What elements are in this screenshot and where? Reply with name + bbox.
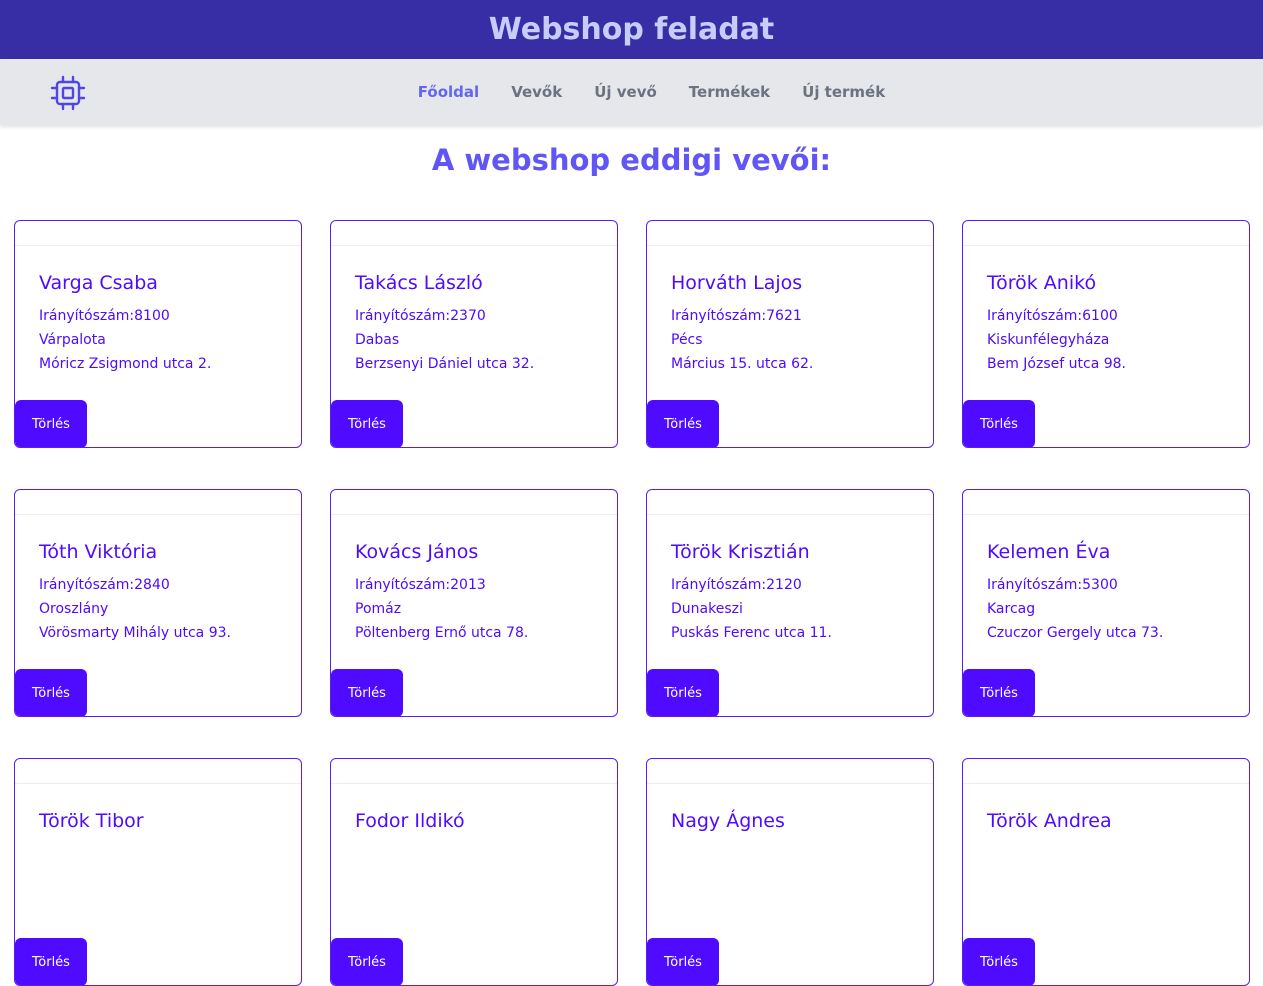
delete-button[interactable]: Törlés bbox=[963, 400, 1035, 447]
delete-button[interactable]: Törlés bbox=[647, 400, 719, 447]
delete-button[interactable]: Törlés bbox=[15, 400, 87, 447]
customer-address: Czuczor Gergely utca 73. bbox=[987, 625, 1164, 641]
card-body: Kovács János Irányítószám:2013 Pomáz Pölten… bbox=[331, 515, 617, 645]
navbar: Főoldal Vevők Új vevő Termékek Új termék bbox=[0, 59, 1263, 125]
customer-zip: Irányítószám:5300 bbox=[987, 577, 1118, 593]
delete-button[interactable]: Törlés bbox=[963, 938, 1035, 985]
customer-city: Karcag bbox=[987, 601, 1036, 617]
page-title: A webshop eddigi vevői: bbox=[431, 143, 832, 177]
customer-address: Móricz Zsigmond utca 2. bbox=[39, 356, 212, 372]
customer-city: Várpalota bbox=[39, 332, 106, 348]
card-header bbox=[963, 221, 1249, 246]
customer-zip: Irányítószám:7621 bbox=[671, 308, 802, 324]
card-body: Nagy Ágnes bbox=[647, 784, 933, 832]
card-header bbox=[331, 490, 617, 515]
customer-card: Takács László Irányítószám:2370 Dabas Berzs… bbox=[330, 220, 618, 448]
customer-city: Pomáz bbox=[355, 601, 402, 617]
card-body: Takács László Irányítószám:2370 Dabas Berzs… bbox=[331, 246, 617, 376]
customer-address: Puskás Ferenc utca 11. bbox=[671, 625, 832, 641]
customer-zip: Irányítószám:2120 bbox=[671, 577, 802, 593]
customer-address: Berzsenyi Dániel utca 32. bbox=[355, 356, 535, 372]
customer-zip: Irányítószám:2840 bbox=[39, 577, 170, 593]
customer-card: Varga Csaba Irányítószám:8100 Várpalota Mór… bbox=[14, 220, 302, 448]
card-body: Török Tibor bbox=[15, 784, 301, 832]
card-header bbox=[647, 221, 933, 246]
customer-name: Kelemen Éva bbox=[987, 541, 1111, 563]
customer-zip: Irányítószám:8100 bbox=[39, 308, 170, 324]
nav-link-0[interactable]: Főoldal bbox=[418, 83, 479, 101]
customer-name: Varga Csaba bbox=[39, 272, 158, 294]
customer-address: Március 15. utca 62. bbox=[671, 356, 814, 372]
customer-card: Kovács János Irányítószám:2013 Pomáz Pölten… bbox=[330, 489, 618, 717]
card-header bbox=[331, 759, 617, 784]
card-header bbox=[15, 221, 301, 246]
delete-button[interactable]: Törlés bbox=[15, 938, 87, 985]
nav-link-2[interactable]: Új vevő bbox=[594, 83, 657, 101]
delete-button[interactable]: Törlés bbox=[647, 669, 719, 716]
app-header: Webshop feladat bbox=[0, 0, 1263, 59]
customer-card: Nagy Ágnes Törlés bbox=[646, 758, 934, 986]
delete-button[interactable]: Törlés bbox=[15, 669, 87, 716]
customer-grid: Varga Csaba Irányítószám:8100 Várpalota Mór… bbox=[14, 220, 1250, 986]
delete-button[interactable]: Törlés bbox=[647, 938, 719, 985]
customer-city: Pécs bbox=[671, 332, 703, 348]
customer-card: Tóth Viktória Irányítószám:2840 Oroszlány V… bbox=[14, 489, 302, 717]
customer-name: Nagy Ágnes bbox=[671, 810, 785, 832]
nav-link-4[interactable]: Új termék bbox=[802, 83, 885, 101]
card-body: Kelemen Éva Irányítószám:5300 Karcag Czuczo… bbox=[963, 515, 1249, 645]
customer-name: Török Andrea bbox=[987, 810, 1112, 832]
customer-name: Török Tibor bbox=[39, 810, 144, 832]
card-body: Fodor Ildikó bbox=[331, 784, 617, 832]
customer-card: Török Anikó Irányítószám:6100 Kiskunfélegy… bbox=[962, 220, 1250, 448]
customer-name: Török Anikó bbox=[987, 272, 1097, 294]
nav-link-3[interactable]: Termékek bbox=[689, 83, 770, 101]
customer-address: Pöltenberg Ernő utca 78. bbox=[355, 625, 529, 641]
customer-card: Horváth Lajos Irányítószám:7621 Pécs Márciu… bbox=[646, 220, 934, 448]
customer-city: Kiskunfélegyháza bbox=[987, 332, 1110, 348]
card-body: Török Anikó Irányítószám:6100 Kiskunfélegy… bbox=[963, 246, 1249, 376]
card-header bbox=[647, 759, 933, 784]
card-body: Török Krisztián Irányítószám:2120 Dunakesz… bbox=[647, 515, 933, 645]
customer-zip: Irányítószám:2013 bbox=[355, 577, 486, 593]
card-body: Varga Csaba Irányítószám:8100 Várpalota Mór… bbox=[15, 246, 301, 376]
customer-name: Török Krisztián bbox=[671, 541, 810, 563]
customer-name: Kovács János bbox=[355, 541, 479, 563]
customer-card: Török Andrea Törlés bbox=[962, 758, 1250, 986]
delete-button[interactable]: Törlés bbox=[331, 400, 403, 447]
card-header bbox=[963, 490, 1249, 515]
card-body: Horváth Lajos Irányítószám:7621 Pécs Márciu… bbox=[647, 246, 933, 376]
card-body: Török Andrea bbox=[963, 784, 1249, 832]
nav-links: Főoldal Vevők Új vevő Termékek Új termék bbox=[0, 59, 1263, 125]
customer-city: Oroszlány bbox=[39, 601, 109, 617]
customer-card: Fodor Ildikó Törlés bbox=[330, 758, 618, 986]
card-header bbox=[15, 759, 301, 784]
customer-card: Kelemen Éva Irányítószám:5300 Karcag Czuczo… bbox=[962, 489, 1250, 717]
delete-button[interactable]: Törlés bbox=[963, 669, 1035, 716]
customer-zip: Irányítószám:6100 bbox=[987, 308, 1118, 324]
customer-city: Dabas bbox=[355, 332, 400, 348]
customer-address: Bem József utca 98. bbox=[987, 356, 1126, 372]
customer-address: Vörösmarty Mihály utca 93. bbox=[39, 625, 231, 641]
card-header bbox=[331, 221, 617, 246]
customer-card: Török Krisztián Irányítószám:2120 Dunakesz… bbox=[646, 489, 934, 717]
delete-button[interactable]: Törlés bbox=[331, 669, 403, 716]
card-body: Tóth Viktória Irányítószám:2840 Oroszlány V… bbox=[15, 515, 301, 645]
customer-name: Tóth Viktória bbox=[39, 541, 158, 563]
delete-button[interactable]: Törlés bbox=[331, 938, 403, 985]
customer-name: Fodor Ildikó bbox=[355, 810, 465, 832]
customer-name: Horváth Lajos bbox=[671, 272, 803, 294]
card-header bbox=[963, 759, 1249, 784]
customer-city: Dunakeszi bbox=[671, 601, 743, 617]
card-header bbox=[15, 490, 301, 515]
customer-name: Takács László bbox=[355, 272, 483, 294]
customer-card: Török Tibor Törlés bbox=[14, 758, 302, 986]
nav-link-1[interactable]: Vevők bbox=[511, 83, 562, 101]
card-header bbox=[647, 490, 933, 515]
customer-zip: Irányítószám:2370 bbox=[355, 308, 486, 324]
app-title: Webshop feladat bbox=[488, 12, 775, 47]
